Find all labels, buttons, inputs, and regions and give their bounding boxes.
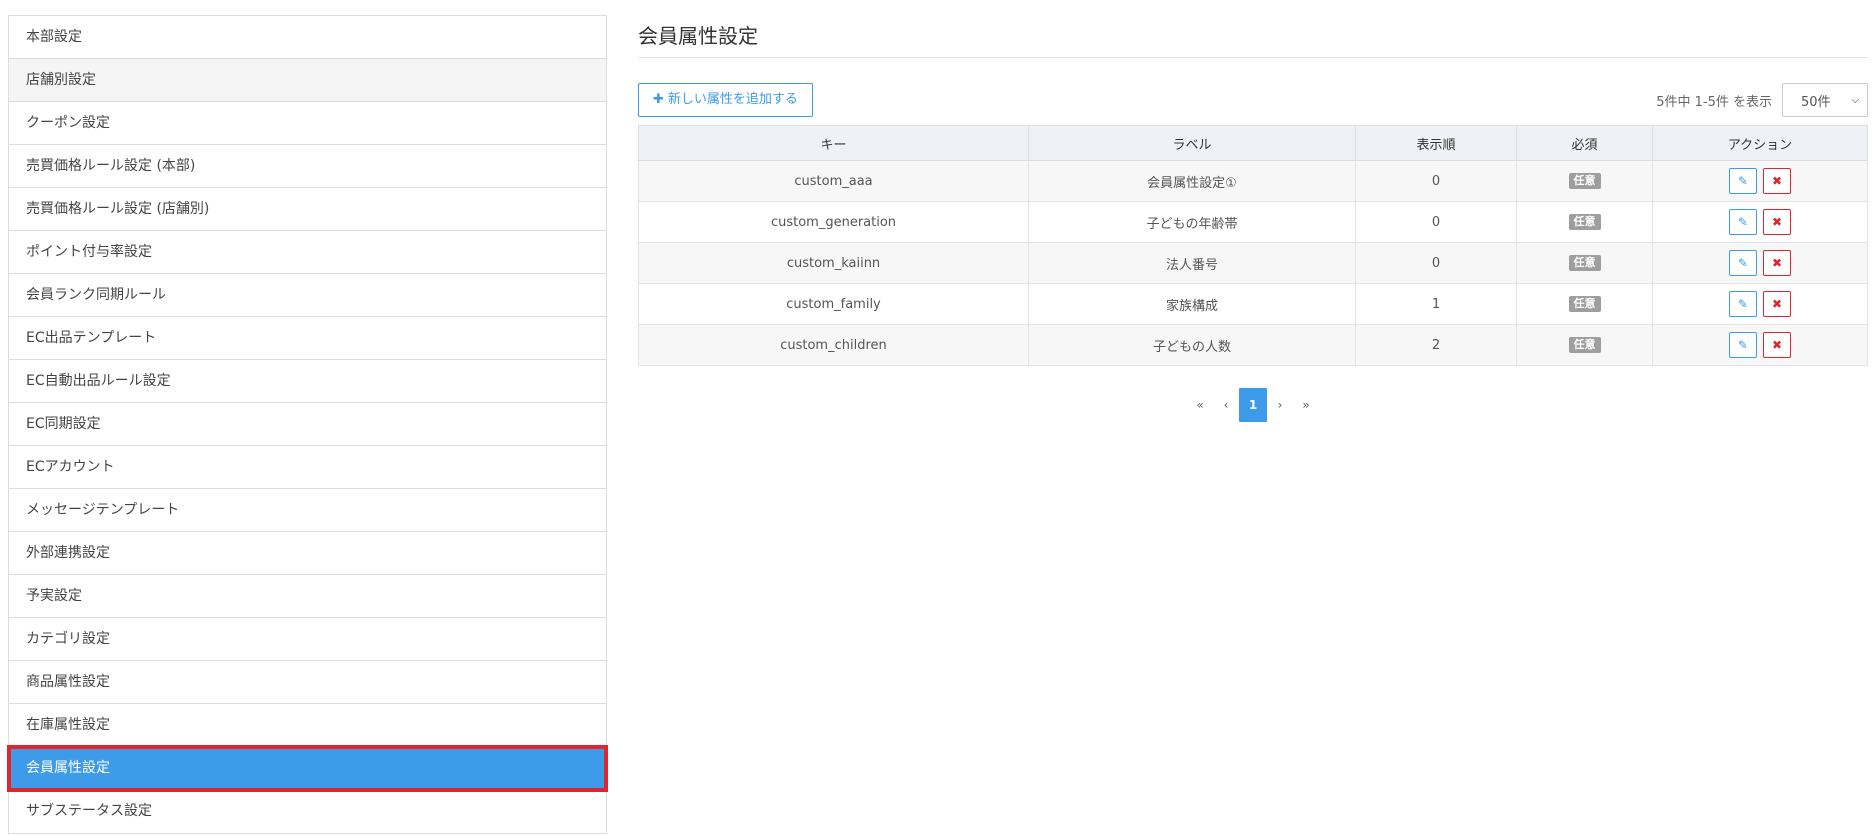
cell-action: ✎ ✖ <box>1652 201 1868 243</box>
sidebar-item-category[interactable]: カテゴリ設定 <box>9 618 606 661</box>
column-header-action: アクション <box>1652 125 1868 161</box>
cell-order: 0 <box>1355 242 1517 284</box>
sidebar-item-point-rate[interactable]: ポイント付与率設定 <box>9 231 606 274</box>
cell-label: 法人番号 <box>1028 242 1356 284</box>
cell-action: ✎ ✖ <box>1652 242 1868 284</box>
cell-action: ✎ ✖ <box>1652 283 1868 325</box>
cell-key: custom_aaa <box>638 160 1029 202</box>
sidebar-item-ec-account[interactable]: ECアカウント <box>9 446 606 489</box>
plus-icon: ✚ <box>653 92 664 107</box>
edit-button[interactable]: ✎ <box>1728 291 1757 317</box>
cell-label: 会員属性設定① <box>1028 160 1356 202</box>
cell-required: 任意 <box>1516 201 1653 243</box>
page-current[interactable]: 1 <box>1239 388 1267 422</box>
close-icon: ✖ <box>1772 174 1783 188</box>
cell-label: 家族構成 <box>1028 283 1356 325</box>
page-next-link[interactable]: › <box>1267 388 1293 422</box>
cell-key: custom_children <box>638 324 1029 366</box>
sidebar-item-member-rank-sync[interactable]: 会員ランク同期ルール <box>9 274 606 317</box>
cell-key: custom_family <box>638 283 1029 325</box>
add-attribute-button[interactable]: ✚ 新しい属性を追加する <box>638 83 813 117</box>
edit-button[interactable]: ✎ <box>1728 209 1757 235</box>
table-header-row: キー ラベル 表示順 必須 アクション <box>638 125 1868 161</box>
result-count: 5件中 1-5件 を表示 <box>1656 94 1772 110</box>
delete-button[interactable]: ✖ <box>1763 332 1792 358</box>
sidebar-item-sub-status[interactable]: サブステータス設定 <box>9 790 606 833</box>
edit-button[interactable]: ✎ <box>1728 250 1757 276</box>
column-header-key: キー <box>638 125 1029 161</box>
pencil-icon: ✎ <box>1737 338 1748 352</box>
pencil-icon: ✎ <box>1737 215 1748 229</box>
sidebar-item-ec-listing-template[interactable]: EC出品テンプレート <box>9 317 606 360</box>
settings-sidebar: 本部設定 店舗別設定 クーポン設定 売買価格ルール設定 (本部) 売買価格ルール… <box>7 15 608 834</box>
cell-action: ✎ ✖ <box>1652 324 1868 366</box>
sidebar-item-ec-sync[interactable]: EC同期設定 <box>9 403 606 446</box>
sidebar-item-coupon-settings[interactable]: クーポン設定 <box>9 102 606 145</box>
toolbar: ✚ 新しい属性を追加する 5件中 1-5件 を表示 50件 ⌵ <box>638 83 1868 117</box>
chevron-down-icon: ⌵ <box>1851 94 1859 106</box>
delete-button[interactable]: ✖ <box>1763 209 1792 235</box>
table-row: custom_kaiinn 法人番号 0 任意 ✎ ✖ <box>638 242 1868 284</box>
edit-button[interactable]: ✎ <box>1728 332 1757 358</box>
pencil-icon: ✎ <box>1737 174 1748 188</box>
cell-order: 0 <box>1355 201 1517 243</box>
delete-button[interactable]: ✖ <box>1763 250 1792 276</box>
pencil-icon: ✎ <box>1737 256 1748 270</box>
sidebar-item-budget-actual[interactable]: 予実設定 <box>9 575 606 618</box>
table-row: custom_generation 子どもの年齢帯 0 任意 ✎ ✖ <box>638 201 1868 243</box>
cell-order: 2 <box>1355 324 1517 366</box>
required-badge: 任意 <box>1568 337 1601 353</box>
edit-button[interactable]: ✎ <box>1728 168 1757 194</box>
sidebar-item-message-template[interactable]: メッセージテンプレート <box>9 489 606 532</box>
sidebar-item-price-rule-hq[interactable]: 売買価格ルール設定 (本部) <box>9 145 606 188</box>
attribute-table: キー ラベル 表示順 必須 アクション custom_aaa 会員属性設定① 0… <box>638 125 1868 366</box>
page-prev-link[interactable]: ‹ <box>1213 388 1239 422</box>
per-page-select[interactable]: 50件 ⌵ <box>1782 83 1868 117</box>
table-row: custom_children 子どもの人数 2 任意 ✎ ✖ <box>638 324 1868 366</box>
add-attribute-label: 新しい属性を追加する <box>667 92 798 107</box>
page-title: 会員属性設定 <box>638 15 1868 58</box>
table-row: custom_aaa 会員属性設定① 0 任意 ✎ ✖ <box>638 160 1868 202</box>
cell-required: 任意 <box>1516 242 1653 284</box>
cell-order: 0 <box>1355 160 1517 202</box>
column-header-required: 必須 <box>1516 125 1653 161</box>
pencil-icon: ✎ <box>1737 297 1748 311</box>
cell-key: custom_kaiinn <box>638 242 1029 284</box>
cell-action: ✎ ✖ <box>1652 160 1868 202</box>
close-icon: ✖ <box>1772 215 1783 229</box>
cell-key: custom_generation <box>638 201 1029 243</box>
delete-button[interactable]: ✖ <box>1763 168 1792 194</box>
sidebar-item-stock-attribute[interactable]: 在庫属性設定 <box>9 704 606 747</box>
cell-required: 任意 <box>1516 160 1653 202</box>
close-icon: ✖ <box>1772 297 1783 311</box>
close-icon: ✖ <box>1772 338 1783 352</box>
required-badge: 任意 <box>1568 255 1601 271</box>
required-badge: 任意 <box>1568 173 1601 189</box>
sidebar-item-member-attribute[interactable]: 会員属性設定 <box>7 745 608 792</box>
main-content: 会員属性設定 ✚ 新しい属性を追加する 5件中 1-5件 を表示 50件 ⌵ キー… <box>638 15 1868 422</box>
cell-label: 子どもの年齢帯 <box>1028 201 1356 243</box>
sidebar-item-ec-auto-listing[interactable]: EC自動出品ルール設定 <box>9 360 606 403</box>
page-first-link[interactable]: « <box>1187 388 1213 422</box>
required-badge: 任意 <box>1568 214 1601 230</box>
cell-order: 1 <box>1355 283 1517 325</box>
sidebar-item-hq-settings[interactable]: 本部設定 <box>9 16 606 59</box>
column-header-label: ラベル <box>1028 125 1356 161</box>
close-icon: ✖ <box>1772 256 1783 270</box>
table-row: custom_family 家族構成 1 任意 ✎ ✖ <box>638 283 1868 325</box>
per-page-value: 50件 <box>1801 94 1831 110</box>
pagination: « ‹ 1 › » <box>638 388 1868 422</box>
cell-required: 任意 <box>1516 324 1653 366</box>
sidebar-item-store-settings[interactable]: 店舗別設定 <box>9 59 606 102</box>
column-header-order: 表示順 <box>1355 125 1517 161</box>
required-badge: 任意 <box>1568 296 1601 312</box>
sidebar-item-product-attribute[interactable]: 商品属性設定 <box>9 661 606 704</box>
delete-button[interactable]: ✖ <box>1763 291 1792 317</box>
page-last-link[interactable]: » <box>1293 388 1319 422</box>
sidebar-item-price-rule-store[interactable]: 売買価格ルール設定 (店舗別) <box>9 188 606 231</box>
count-area: 5件中 1-5件 を表示 50件 ⌵ <box>1656 83 1868 117</box>
cell-required: 任意 <box>1516 283 1653 325</box>
cell-label: 子どもの人数 <box>1028 324 1356 366</box>
sidebar-item-external-integration[interactable]: 外部連携設定 <box>9 532 606 575</box>
